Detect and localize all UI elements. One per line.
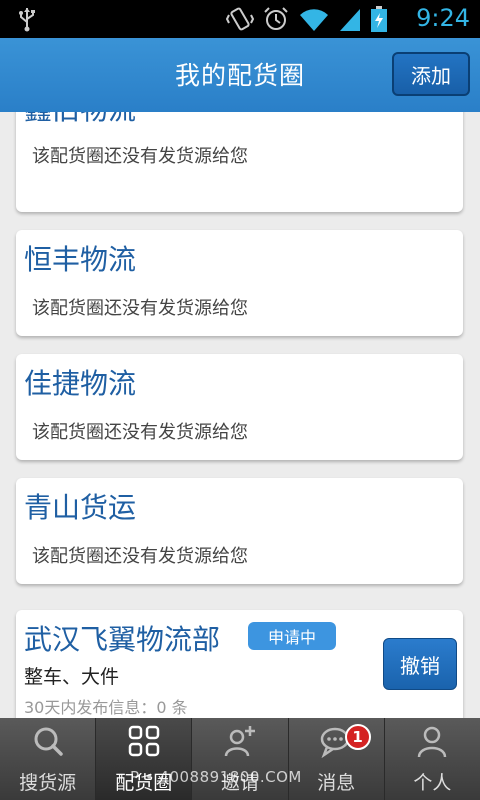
grid-icon — [128, 725, 160, 757]
tab-label: 搜货源 — [19, 772, 77, 794]
wifi-icon — [300, 9, 328, 31]
list-item[interactable]: 鑫旧物流 该配货圈还没有发货源给您 — [16, 112, 463, 212]
card-title: 佳捷物流 — [24, 367, 137, 400]
tab-label: 消息 — [317, 772, 356, 794]
bottom-tab-bar: 搜货源 配货圈 邀请 1 消息 个人 — [0, 718, 480, 800]
card-message: 该配货圈还没有发货源给您 — [32, 546, 248, 567]
search-icon — [34, 727, 63, 756]
tab-invite[interactable]: 邀请 — [192, 718, 289, 800]
vibrate-icon — [226, 7, 254, 31]
list-item[interactable]: 佳捷物流 该配货圈还没有发货源给您 — [16, 354, 463, 460]
card-message: 该配货圈还没有发货源给您 — [32, 146, 248, 167]
tab-circle[interactable]: 配货圈 — [96, 718, 193, 800]
card-message: 该配货圈还没有发货源给您 — [32, 298, 248, 319]
tab-label: 邀请 — [221, 772, 260, 794]
status-icons — [226, 5, 388, 33]
status-bar: 9:24 — [0, 0, 480, 38]
card-title: 青山货运 — [24, 491, 137, 524]
cancel-button[interactable]: 撤销 — [383, 638, 457, 690]
notification-badge: 1 — [344, 724, 371, 750]
add-person-icon — [224, 726, 255, 757]
circle-list[interactable]: 鑫旧物流 该配货圈还没有发货源给您 恒丰物流 该配货圈还没有发货源给您 佳捷物流… — [0, 112, 480, 718]
card-post-count: 30天内发布信息：0 条 — [24, 698, 188, 717]
battery-icon — [371, 6, 387, 32]
status-badge: 申请中 — [248, 622, 336, 650]
usb-icon — [19, 8, 35, 32]
card-title: 恒丰物流 — [24, 243, 137, 276]
tab-label: 个人 — [413, 772, 452, 794]
signal-icon — [340, 9, 360, 31]
alarm-icon — [264, 7, 288, 30]
title-bar: 我的配货圈 添加 — [0, 38, 480, 112]
add-button[interactable]: 添加 — [392, 52, 470, 96]
list-item[interactable]: 青山货运 该配货圈还没有发货源给您 — [16, 478, 463, 584]
card-title: 武汉飞翼物流部 — [24, 623, 221, 656]
tab-label: 配货圈 — [115, 772, 173, 794]
clock: 9:24 — [416, 4, 470, 32]
tab-messages[interactable]: 1 消息 — [289, 718, 385, 800]
tab-profile[interactable]: 个人 — [385, 718, 480, 800]
person-icon — [418, 726, 447, 758]
card-message: 该配货圈还没有发货源给您 — [32, 422, 248, 443]
tab-search-cargo[interactable]: 搜货源 — [0, 718, 97, 800]
card-title: 鑫旧物流 — [24, 112, 136, 128]
card-cargo-type: 整车、大件 — [24, 666, 120, 688]
list-item[interactable]: 恒丰物流 该配货圈还没有发货源给您 — [16, 230, 463, 336]
pending-list-item[interactable]: 武汉飞翼物流部 申请中 整车、大件 30天内发布信息：0 条 撤销 — [16, 610, 463, 718]
